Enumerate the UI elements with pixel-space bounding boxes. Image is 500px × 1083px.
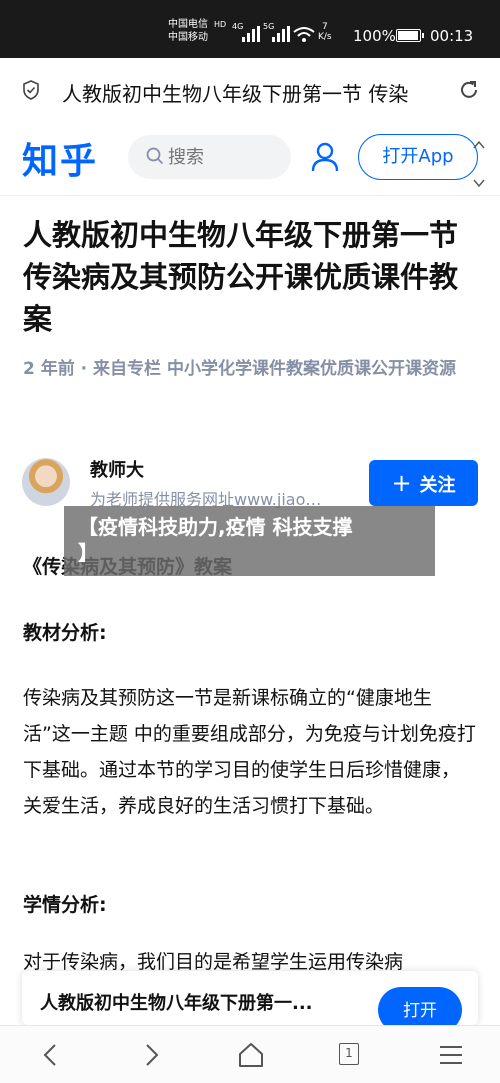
plus-icon: + (391, 469, 412, 497)
overlay-line-2: 】 (78, 541, 98, 565)
avatar[interactable] (22, 458, 70, 506)
overlay-line-1: 【疫情科技助力,疫情 科技支撑 (78, 515, 353, 539)
carrier-1: 中国电信 (168, 19, 208, 30)
open-app-button[interactable]: 打开App (358, 134, 478, 180)
carrier-2: 中国移动 (168, 32, 208, 43)
page-title[interactable]: 人教版初中生物八年级下册第一节 传染 (62, 78, 440, 107)
hd-badge: HD (214, 20, 227, 29)
shield-check-icon[interactable] (22, 80, 40, 100)
paragraph: 传染病及其预防这一节是新课标确立的“健康地生活”这一主题 中的重要组成部分，为免… (23, 687, 476, 817)
status-bar: 中国电信 中国移动 HD 4G 5G 7 K/s 100% 00:13 (0, 0, 500, 58)
overlay-banner: 【疫情科技助力,疫情 科技支撑 】 (64, 506, 435, 576)
article-title: 人教版初中生物八年级下册第一节 传染病及其预防公开课优质课件教案 (23, 218, 459, 336)
browser-title-bar: 人教版初中生物八年级下册第一节 传染 (0, 58, 500, 124)
reload-icon[interactable] (457, 78, 481, 102)
menu-icon[interactable] (436, 1040, 466, 1070)
signal-icon-2 (272, 26, 290, 42)
app-banner-title: 人教版初中生物八年级下册第一... (40, 993, 313, 1014)
section-heading: 教材分析: (23, 622, 107, 644)
back-icon[interactable] (36, 1040, 66, 1070)
app-banner-open-button[interactable]: 打开 (378, 987, 462, 1025)
home-icon[interactable] (236, 1040, 266, 1070)
article-meta[interactable]: 2 年前 · 来自专栏 中小学化学课件教案优质课公开课资源 (23, 358, 483, 380)
site-header: 知乎 打开App (0, 124, 500, 196)
author-name[interactable]: 教师大 (90, 456, 144, 482)
forward-icon[interactable] (136, 1040, 166, 1070)
app-banner[interactable]: 人教版初中生物八年级下册第一... 打开 (22, 971, 478, 1025)
battery-icon (396, 29, 424, 42)
speed-value: 7 (321, 22, 328, 32)
speed-unit: K/s (318, 32, 332, 42)
signal-icon (242, 26, 260, 42)
tab-count-button[interactable]: 1 (339, 1043, 359, 1065)
section-heading: 学情分析: (23, 894, 107, 916)
scroll-arrows-icon[interactable] (472, 134, 486, 194)
carrier-info: 中国电信 中国移动 (168, 18, 208, 44)
follow-label: 关注 (419, 475, 456, 496)
browser-bottom-nav: 1 (0, 1025, 500, 1083)
battery-percent: 100% (353, 27, 396, 45)
search-input[interactable] (168, 143, 278, 171)
zhihu-logo[interactable]: 知乎 (22, 132, 98, 184)
network-speed: 7 K/s (318, 22, 332, 42)
follow-button[interactable]: + 关注 (369, 460, 478, 506)
wifi-icon (293, 27, 315, 42)
clock: 00:13 (430, 27, 474, 45)
battery-fill (398, 31, 418, 40)
search-box[interactable] (128, 135, 291, 179)
search-icon (146, 147, 164, 165)
user-icon[interactable] (311, 142, 339, 172)
paragraph-partial-text: 对于传染病，我们目的是希望学生运用传染病 (23, 952, 404, 973)
